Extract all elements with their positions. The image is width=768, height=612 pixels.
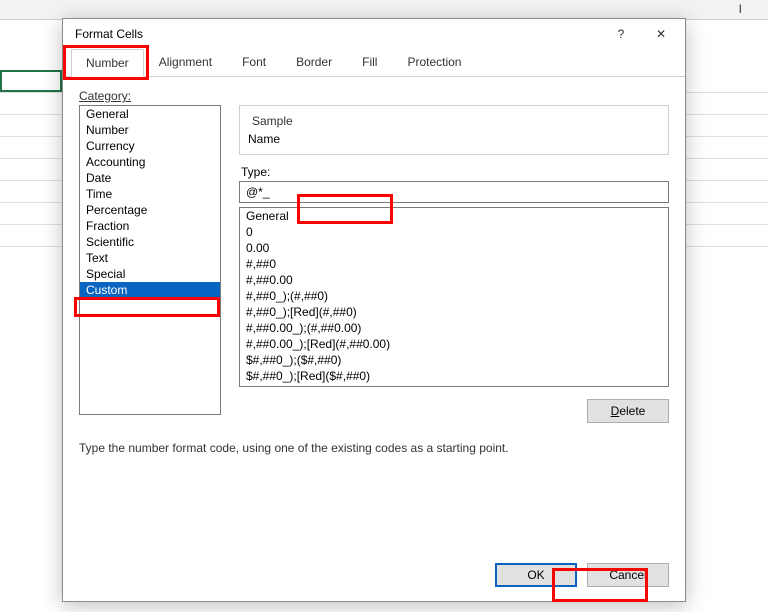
sample-value: Name: [248, 130, 660, 148]
tab-font[interactable]: Font: [227, 48, 281, 76]
tab-strip: Number Alignment Font Border Fill Protec…: [63, 49, 685, 77]
cancel-button[interactable]: Cancel: [587, 563, 669, 587]
type-list-item[interactable]: General: [240, 208, 668, 224]
column-header-I: I: [739, 2, 742, 16]
tab-protection[interactable]: Protection: [392, 48, 476, 76]
close-button[interactable]: ✕: [641, 20, 681, 48]
type-list[interactable]: General00.00#,##0#,##0.00#,##0_);(#,##0)…: [239, 207, 669, 387]
category-label: Category:: [79, 89, 669, 103]
type-input[interactable]: [239, 181, 669, 203]
category-item[interactable]: Number: [80, 122, 220, 138]
type-list-item[interactable]: #,##0.00_);[Red](#,##0.00): [240, 336, 668, 352]
type-list-item[interactable]: #,##0.00: [240, 272, 668, 288]
help-icon: ?: [618, 27, 625, 41]
type-list-item[interactable]: #,##0.00_);(#,##0.00): [240, 320, 668, 336]
type-list-item[interactable]: $#,##0_);[Red]($#,##0): [240, 368, 668, 384]
type-label: Type:: [241, 165, 669, 179]
category-item[interactable]: Scientific: [80, 234, 220, 250]
category-list[interactable]: GeneralNumberCurrencyAccountingDateTimeP…: [79, 105, 221, 415]
tab-fill[interactable]: Fill: [347, 48, 392, 76]
category-item[interactable]: General: [80, 106, 220, 122]
titlebar: Format Cells ? ✕: [63, 19, 685, 49]
type-list-item[interactable]: $#,##0.00_);($#,##0.00): [240, 384, 668, 387]
category-item[interactable]: Date: [80, 170, 220, 186]
type-list-item[interactable]: 0.00: [240, 240, 668, 256]
sample-box: Sample Name: [239, 105, 669, 155]
category-item[interactable]: Accounting: [80, 154, 220, 170]
dialog-title: Format Cells: [75, 27, 601, 41]
type-list-item[interactable]: $#,##0_);($#,##0): [240, 352, 668, 368]
tab-number[interactable]: Number: [71, 49, 144, 77]
delete-button[interactable]: Delete: [587, 399, 669, 423]
type-list-item[interactable]: #,##0_);[Red](#,##0): [240, 304, 668, 320]
type-list-item[interactable]: 0: [240, 224, 668, 240]
type-list-item[interactable]: #,##0_);(#,##0): [240, 288, 668, 304]
tab-border[interactable]: Border: [281, 48, 347, 76]
close-icon: ✕: [656, 27, 666, 41]
help-button[interactable]: ?: [601, 20, 641, 48]
sample-label: Sample: [252, 114, 660, 128]
type-list-item[interactable]: #,##0: [240, 256, 668, 272]
selected-cell: [0, 70, 62, 92]
category-item[interactable]: Custom: [80, 282, 220, 298]
hint-text: Type the number format code, using one o…: [79, 441, 669, 455]
ok-button[interactable]: OK: [495, 563, 577, 587]
category-item[interactable]: Fraction: [80, 218, 220, 234]
dialog-footer: OK Cancel: [495, 563, 669, 587]
category-item[interactable]: Currency: [80, 138, 220, 154]
category-item[interactable]: Percentage: [80, 202, 220, 218]
format-cells-dialog: Format Cells ? ✕ Number Alignment Font B…: [62, 18, 686, 602]
category-item[interactable]: Text: [80, 250, 220, 266]
category-item[interactable]: Time: [80, 186, 220, 202]
tab-alignment[interactable]: Alignment: [144, 48, 227, 76]
category-item[interactable]: Special: [80, 266, 220, 282]
